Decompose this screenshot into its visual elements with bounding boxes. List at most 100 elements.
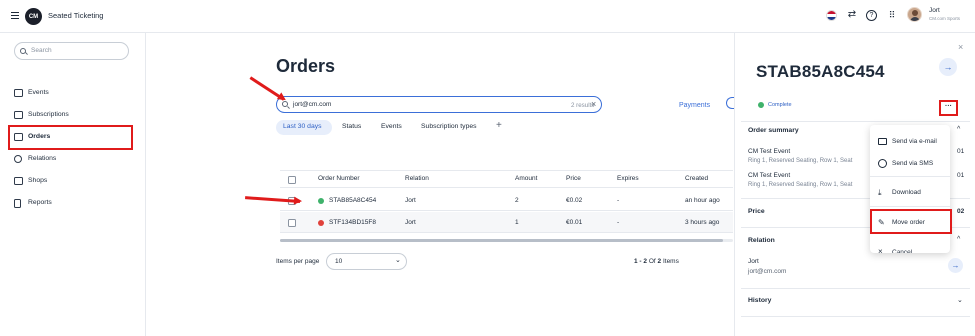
relation-cell: Jort bbox=[405, 197, 416, 204]
apps-grid-icon[interactable]: ⠿ bbox=[886, 9, 898, 21]
divider bbox=[870, 176, 950, 177]
item-edge-value: 01 bbox=[957, 172, 965, 179]
sidebar-item-events[interactable]: Events bbox=[14, 87, 129, 101]
expires-cell: - bbox=[617, 219, 620, 226]
relation-name: Jort bbox=[748, 258, 759, 265]
sidebar-item-label: Subscriptions bbox=[28, 111, 69, 118]
clear-search-icon[interactable]: × bbox=[591, 99, 596, 109]
column-header-price[interactable]: Price bbox=[566, 175, 581, 182]
filter-last-30-days[interactable]: Last 30 days bbox=[283, 123, 322, 130]
sidebar-item-relations[interactable]: Relations bbox=[14, 153, 129, 167]
highlight-box-move-order bbox=[870, 209, 952, 234]
created-cell: 3 hours ago bbox=[685, 219, 720, 226]
pagination-info: 1 - 2 Of 2 Items bbox=[634, 258, 679, 265]
menu-item-send-sms[interactable]: Send via SMS bbox=[892, 160, 933, 167]
menu-item-send-email[interactable]: Send via e-mail bbox=[892, 138, 937, 145]
amount-cell: 2 bbox=[515, 197, 519, 204]
item-detail: Ring 1, Reserved Seating, Row 1, Seat bbox=[748, 158, 853, 164]
filter-events[interactable]: Events bbox=[381, 123, 402, 130]
order-summary-label[interactable]: Order summary bbox=[748, 127, 799, 134]
avatar[interactable] bbox=[907, 7, 922, 22]
pagination-range: 1 - 2 bbox=[634, 258, 648, 265]
order-number-title: STAB85A8C454 bbox=[756, 62, 885, 81]
relation-email: jort@cm.com bbox=[748, 268, 787, 275]
item-detail: Ring 1, Reserved Seating, Row 1, Seat bbox=[748, 182, 853, 188]
menu-item-cancel[interactable]: Cancel bbox=[892, 248, 912, 253]
table-horizontal-scrollbar[interactable] bbox=[280, 239, 733, 242]
mail-icon bbox=[878, 138, 887, 145]
created-cell: an hour ago bbox=[685, 197, 720, 204]
column-header-created[interactable]: Created bbox=[685, 175, 708, 182]
sidebar-search-input[interactable]: Search bbox=[14, 42, 129, 60]
close-icon[interactable]: × bbox=[958, 42, 963, 52]
language-flag-icon[interactable] bbox=[826, 10, 837, 21]
app-title: Seated Ticketing bbox=[48, 11, 104, 20]
divider bbox=[741, 288, 970, 289]
sidebar-item-shops[interactable]: Shops bbox=[14, 175, 129, 189]
filter-status[interactable]: Status bbox=[342, 123, 361, 130]
pagination-total: 2 bbox=[657, 258, 662, 265]
divider bbox=[741, 316, 970, 317]
item-edge-value: 01 bbox=[957, 148, 965, 155]
chevron-down-icon[interactable]: ⌄ bbox=[957, 296, 963, 304]
menu-item-download[interactable]: Download bbox=[892, 189, 921, 196]
chevron-up-icon[interactable]: ^ bbox=[957, 236, 960, 243]
page-title: Orders bbox=[276, 56, 336, 76]
items-per-page-label: Items per page bbox=[276, 258, 320, 265]
divider bbox=[741, 121, 970, 122]
price-cell: €0.02 bbox=[566, 197, 583, 204]
hamburger-menu-icon[interactable] bbox=[11, 12, 19, 20]
top-bar: CM Seated Ticketing ⇄ ? ⠿ Jort CM.com Sp… bbox=[0, 0, 975, 33]
status-error-icon bbox=[318, 220, 324, 226]
order-status: Complete bbox=[768, 102, 792, 108]
select-all-checkbox[interactable] bbox=[288, 176, 296, 184]
annotation-arrow-search bbox=[249, 76, 285, 101]
download-icon: ⤓ bbox=[878, 188, 882, 197]
calendar-icon bbox=[14, 89, 23, 97]
switch-arrows-icon[interactable]: ⇄ bbox=[846, 9, 858, 21]
divider bbox=[870, 206, 950, 207]
items-per-page-value: 10 bbox=[335, 258, 343, 265]
app-window: CM Seated Ticketing ⇄ ? ⠿ Jort CM.com Sp… bbox=[0, 0, 975, 336]
status-complete-icon bbox=[318, 198, 324, 204]
cm-logo: CM bbox=[25, 8, 42, 25]
order-number-cell[interactable]: STF134BD15F8 bbox=[329, 219, 376, 226]
cancel-icon: × bbox=[878, 248, 883, 253]
open-order-arrow-icon[interactable]: → bbox=[939, 58, 957, 76]
sidebar-item-label: Events bbox=[28, 89, 49, 96]
sidebar-item-label: Shops bbox=[28, 177, 48, 184]
sidebar-search-placeholder: Search bbox=[31, 47, 52, 54]
sidebar-item-label: Relations bbox=[28, 155, 57, 162]
column-header-relation[interactable]: Relation bbox=[405, 175, 429, 182]
chevron-down-icon: ⌄ bbox=[395, 257, 401, 264]
card-icon bbox=[14, 111, 23, 119]
price-cell: €0.01 bbox=[566, 219, 583, 226]
chevron-up-icon[interactable]: ^ bbox=[957, 126, 960, 133]
payments-link[interactable]: Payments bbox=[679, 102, 710, 109]
column-header-order-number[interactable]: Order Number bbox=[318, 175, 360, 182]
status-complete-icon bbox=[758, 102, 764, 108]
highlight-box-more bbox=[939, 100, 958, 116]
sidebar-item-reports[interactable]: Reports bbox=[14, 197, 129, 211]
relation-cell: Jort bbox=[405, 219, 416, 226]
report-icon bbox=[14, 199, 21, 208]
price-edge-value: 02 bbox=[957, 208, 965, 215]
highlight-box-orders bbox=[8, 125, 133, 150]
order-number-cell[interactable]: STAB85A8C454 bbox=[329, 197, 376, 204]
column-header-expires[interactable]: Expires bbox=[617, 175, 639, 182]
sidebar-item-subscriptions[interactable]: Subscriptions bbox=[14, 109, 129, 123]
pagination-of: Of bbox=[648, 258, 656, 265]
open-relation-arrow-icon[interactable]: → bbox=[948, 258, 963, 273]
filter-subscription-types[interactable]: Subscription types bbox=[421, 123, 477, 130]
relation-label[interactable]: Relation bbox=[748, 237, 775, 244]
row-checkbox[interactable] bbox=[288, 219, 296, 227]
add-filter-icon[interactable]: + bbox=[496, 120, 502, 131]
items-per-page-select[interactable]: 10 ⌄ bbox=[326, 253, 407, 270]
history-label[interactable]: History bbox=[748, 297, 771, 304]
help-icon[interactable]: ? bbox=[866, 10, 877, 21]
search-icon bbox=[20, 47, 28, 56]
column-header-amount[interactable]: Amount bbox=[515, 175, 537, 182]
orders-search-input[interactable]: jort@cm.com 2 results × bbox=[276, 96, 602, 113]
user-name: Jort bbox=[929, 7, 940, 14]
price-label: Price bbox=[748, 208, 765, 215]
